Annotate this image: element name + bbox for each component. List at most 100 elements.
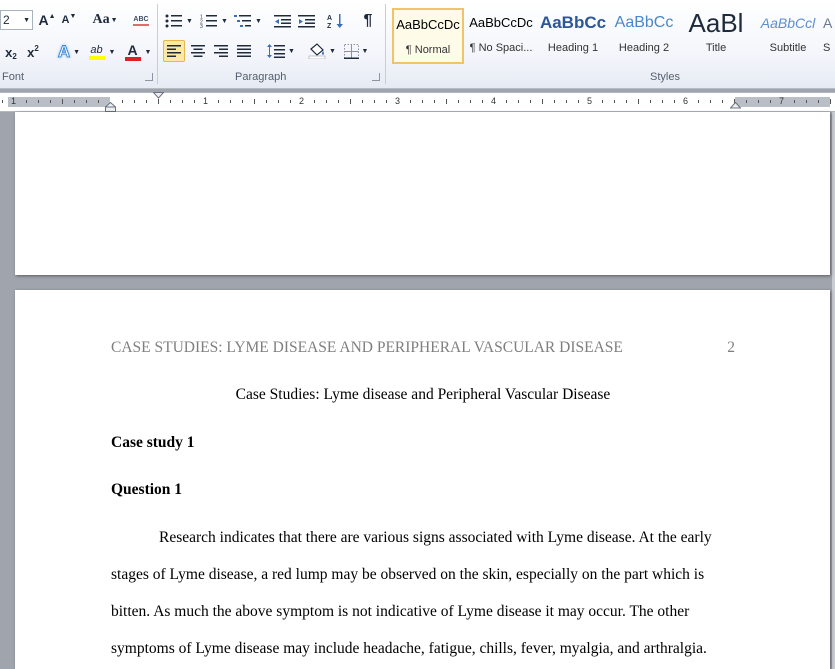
header-running-title: CASE STUDIES: LYME DISEASE AND PERIPHERA… [111, 339, 623, 356]
ruler-tick [50, 100, 51, 103]
chevron-down-icon: ▼ [73, 48, 81, 56]
justify-button[interactable] [233, 41, 255, 61]
ruler-tick [74, 100, 75, 103]
paragraph-line: symptoms of Lyme disease may include hea… [111, 640, 707, 657]
decrease-indent-button[interactable] [271, 11, 293, 31]
shrink-font-button[interactable]: A ▼ [59, 10, 79, 30]
sort-button[interactable]: AZ [325, 11, 347, 31]
ruler-tick [530, 100, 531, 103]
ruler-number: 5 [587, 96, 593, 106]
ruler-tick [278, 100, 279, 103]
line-spacing-button[interactable]: ▼ [266, 41, 296, 61]
increase-indent-button[interactable] [295, 11, 317, 31]
style-preview: AaBbCcDc [396, 17, 460, 32]
show-formatting-marks-button[interactable]: ¶ [357, 11, 379, 31]
document-page-1[interactable] [15, 112, 830, 275]
increase-indent-icon [297, 15, 315, 28]
document-title: Case Studies: Lyme disease and Periphera… [235, 386, 611, 403]
ruler-tick [374, 100, 375, 103]
style-more[interactable]: A S [823, 8, 835, 64]
superscript-label: x [27, 44, 35, 60]
align-left-button[interactable] [163, 40, 185, 62]
paragraph-dialog-launcher[interactable] [372, 73, 380, 81]
font-group-label: Font [2, 71, 25, 83]
numbering-button[interactable]: 123 ▼ [199, 11, 229, 31]
superscript-button[interactable]: x2 [23, 42, 43, 62]
style-name: S [823, 42, 831, 54]
bullets-icon [165, 14, 183, 28]
style-preview: AaBbCcl [760, 15, 816, 31]
ruler-tick [254, 99, 255, 104]
font-color-button[interactable]: A ▼ [122, 42, 154, 62]
ruler-tick [554, 100, 555, 103]
ruler-tick [98, 100, 99, 103]
ruler-tick [458, 100, 459, 103]
first-line-indent-marker[interactable] [153, 92, 164, 99]
chevron-down-icon: ▼ [329, 47, 336, 55]
ruler-tick [2, 100, 3, 103]
chevron-down-icon: ▼ [144, 48, 152, 56]
chevron-down-icon: ▼ [23, 16, 30, 24]
highlight-button[interactable]: ab ▼ [86, 42, 118, 62]
style-no-spacing[interactable]: AaBbCcDc ¶ No Spaci... [465, 8, 537, 64]
ruler-tick [746, 100, 747, 103]
chevron-down-icon: ▼ [221, 17, 228, 25]
ruler-tick [182, 100, 183, 103]
right-indent-marker[interactable] [730, 102, 741, 109]
style-name: ¶ No Spaci... [469, 42, 533, 54]
style-subtitle[interactable]: AaBbCcl Subtitle [752, 8, 824, 64]
font-dialog-launcher[interactable] [145, 73, 153, 81]
ruler-tick [818, 100, 819, 103]
ruler-tick [482, 100, 483, 103]
ruler-tick [266, 100, 267, 103]
ribbon: 2 ▼ A ▲ A ▼ Aa ▼ ABC x2 x2 A ▼ ab ▼ A ▼ … [0, 0, 835, 89]
ruler-tick [578, 100, 579, 103]
shading-button[interactable]: ▼ [306, 41, 338, 61]
style-preview: AaBbCcDc [469, 15, 533, 30]
svg-text:3: 3 [200, 24, 203, 28]
paint-bucket-icon [308, 43, 326, 59]
text-effects-icon: A [57, 42, 71, 62]
left-indent-marker[interactable] [105, 102, 116, 112]
style-heading-1[interactable]: AaBbCc Heading 1 [537, 8, 609, 64]
grow-font-button[interactable]: A ▲ [37, 10, 57, 30]
style-preview: AaBl [688, 8, 744, 36]
ruler-number: 1 [203, 96, 209, 106]
style-normal[interactable]: AaBbCcDc ¶ Normal [392, 8, 464, 64]
style-heading-2[interactable]: AaBbCc Heading 2 [608, 8, 680, 64]
svg-text:A: A [327, 15, 332, 22]
ruler-tick [362, 100, 363, 103]
bullets-button[interactable]: ▼ [164, 11, 194, 31]
ruler-tick [338, 100, 339, 103]
ruler-tick [794, 100, 795, 103]
align-right-button[interactable] [210, 41, 232, 61]
style-preview: AaBbCc [539, 13, 607, 32]
pilcrow-icon: ¶ [363, 12, 373, 29]
clear-formatting-button[interactable]: ABC [130, 10, 152, 30]
subscript-button[interactable]: x2 [1, 42, 21, 62]
ruler-tick [698, 100, 699, 103]
highlighter-icon: ab [88, 44, 105, 60]
ruler-number: 4 [491, 96, 497, 106]
style-name: Subtitle [769, 42, 807, 54]
ruler-tick [506, 100, 507, 103]
change-case-button[interactable]: Aa ▼ [90, 10, 120, 30]
ruler-tick [806, 100, 807, 103]
horizontal-ruler[interactable]: 1 1 2 3 4 5 6 7 [0, 92, 835, 112]
highlight-swatch [88, 55, 105, 60]
ruler-tick [38, 100, 39, 103]
ruler-tick [230, 100, 231, 103]
style-title[interactable]: AaBl Title [680, 8, 752, 64]
font-color-icon: A [124, 41, 141, 61]
borders-button[interactable]: ▼ [341, 41, 371, 61]
numbering-icon: 123 [200, 15, 218, 28]
multilevel-list-button[interactable]: ▼ [233, 11, 263, 31]
caret-down-icon: ▼ [69, 12, 77, 20]
ruler-tick [638, 99, 639, 104]
styles-group-label: Styles [650, 71, 680, 83]
font-color-label: A [127, 41, 138, 58]
align-center-button[interactable] [187, 41, 209, 61]
font-size-box[interactable]: 2 ▼ [0, 10, 33, 30]
text-effects-button[interactable]: A ▼ [55, 42, 83, 62]
style-name: Heading 2 [618, 42, 670, 54]
